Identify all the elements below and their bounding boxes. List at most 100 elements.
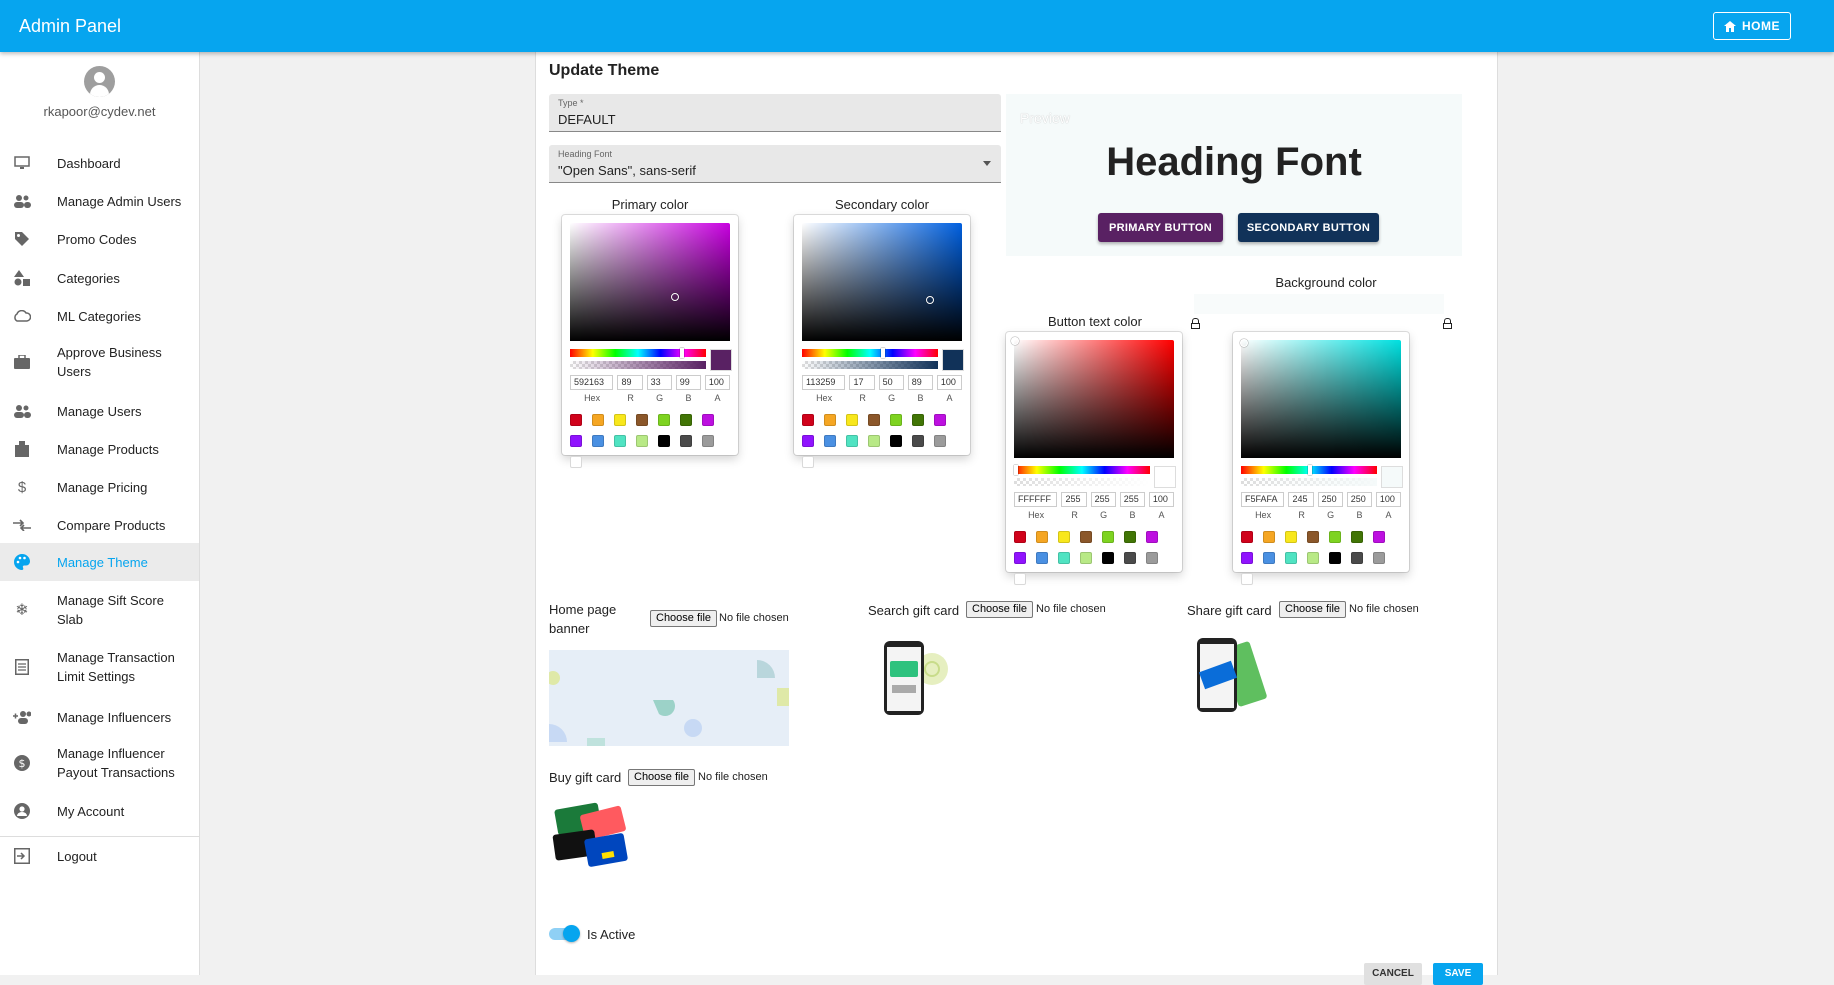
preset-swatch[interactable] (1146, 531, 1158, 543)
preset-swatch[interactable] (680, 435, 692, 447)
alpha-slider[interactable] (570, 361, 706, 369)
preset-swatch[interactable] (802, 456, 814, 468)
preset-swatch[interactable] (702, 435, 714, 447)
sidebar-item-manage-products[interactable]: Manage Products (0, 434, 199, 464)
preset-swatch[interactable] (1307, 552, 1319, 564)
preset-swatch[interactable] (1307, 531, 1319, 543)
preset-swatch[interactable] (1329, 552, 1341, 564)
hex-input[interactable]: F5FAFA (1241, 492, 1285, 507)
home-button[interactable]: HOME (1713, 12, 1791, 40)
preset-swatch[interactable] (802, 414, 814, 426)
sidebar-item-manage-users[interactable]: Manage Users (0, 396, 199, 426)
preset-swatch[interactable] (1263, 531, 1275, 543)
preset-swatch[interactable] (1014, 552, 1026, 564)
heading-font-select[interactable]: Heading Font "Open Sans", sans-serif (549, 145, 1001, 183)
a-input[interactable]: 100 (1148, 492, 1175, 507)
hex-input[interactable]: 113259 (802, 375, 846, 390)
preset-swatch[interactable] (658, 414, 670, 426)
sidebar-item-ml-categories[interactable]: ML Categories (0, 301, 199, 331)
sidebar-item-categories[interactable]: Categories (0, 263, 199, 293)
sidebar-item-my-account[interactable]: My Account (0, 796, 199, 826)
preset-swatch[interactable] (1373, 531, 1385, 543)
sidebar-item-logout[interactable]: Logout (0, 841, 199, 871)
preset-swatch[interactable] (934, 414, 946, 426)
preset-swatch[interactable] (570, 435, 582, 447)
preset-swatch[interactable] (1146, 552, 1158, 564)
b-input[interactable]: 99 (675, 375, 701, 390)
preset-swatch[interactable] (1263, 552, 1275, 564)
preset-swatch[interactable] (1241, 573, 1253, 585)
preset-swatch[interactable] (592, 435, 604, 447)
hue-slider[interactable] (570, 348, 706, 358)
saturation-pointer[interactable] (1240, 339, 1248, 347)
preset-swatch[interactable] (824, 414, 836, 426)
preset-swatch[interactable] (1285, 531, 1297, 543)
sidebar-item-promo-codes[interactable]: Promo Codes (0, 224, 199, 254)
sidebar-item-approve-business-users[interactable]: Approve Business Users (0, 338, 199, 386)
preset-swatch[interactable] (570, 456, 582, 468)
sidebar-item-manage-sift-score-slab[interactable]: ❄ Manage Sift Score Slab (0, 586, 199, 634)
preset-swatch[interactable] (1014, 573, 1026, 585)
preset-swatch[interactable] (702, 414, 714, 426)
sidebar-item-manage-admin-users[interactable]: Manage Admin Users (0, 186, 199, 216)
preset-swatch[interactable] (1058, 531, 1070, 543)
preset-swatch[interactable] (658, 435, 670, 447)
preset-swatch[interactable] (846, 435, 858, 447)
preset-swatch[interactable] (1241, 531, 1253, 543)
preset-swatch[interactable] (890, 435, 902, 447)
search-card-choose-file-button[interactable]: Choose file (966, 601, 1034, 618)
secondary-color-picker[interactable]: 113259 17 50 89 100 Hex R G B A (794, 215, 970, 468)
buy-card-choose-file-button[interactable]: Choose file (628, 769, 696, 786)
primary-color-picker[interactable]: 592163 89 33 99 100 Hex R G B A (562, 215, 738, 468)
saturation-area[interactable] (1011, 337, 1174, 458)
sidebar-item-manage-influencers[interactable]: Manage Influencers (0, 702, 199, 732)
preset-swatch[interactable] (614, 414, 626, 426)
home-banner-choose-file-button[interactable]: Choose file (650, 610, 718, 627)
preset-swatch[interactable] (1329, 531, 1341, 543)
type-field[interactable]: Type * DEFAULT (549, 94, 1001, 132)
saturation-pointer[interactable] (926, 296, 934, 304)
preset-swatch[interactable] (846, 414, 858, 426)
save-button[interactable]: SAVE (1433, 963, 1483, 985)
preset-swatch[interactable] (868, 435, 880, 447)
saturation-area[interactable] (1240, 339, 1401, 458)
preset-swatch[interactable] (1124, 552, 1136, 564)
share-card-choose-file-button[interactable]: Choose file (1279, 601, 1347, 618)
r-input[interactable]: 89 (617, 375, 643, 390)
preset-swatch[interactable] (680, 414, 692, 426)
saturation-pointer[interactable] (671, 293, 679, 301)
a-input[interactable]: 100 (936, 375, 963, 390)
alpha-slider[interactable] (1014, 478, 1150, 486)
preset-swatch[interactable] (1036, 552, 1048, 564)
preset-swatch[interactable] (636, 414, 648, 426)
g-input[interactable]: 255 (1090, 492, 1116, 507)
is-active-toggle[interactable] (549, 925, 580, 942)
hex-input[interactable]: FFFFFF (1014, 492, 1058, 507)
preset-swatch[interactable] (1058, 552, 1070, 564)
sidebar-item-manage-transaction-limit-settings[interactable]: Manage Transaction Limit Settings (0, 643, 199, 691)
preset-swatch[interactable] (1351, 552, 1363, 564)
b-input[interactable]: 255 (1119, 492, 1145, 507)
cancel-button[interactable]: CANCEL (1364, 963, 1422, 985)
preset-swatch[interactable] (824, 435, 836, 447)
r-input[interactable]: 245 (1288, 492, 1314, 507)
hex-input[interactable]: 592163 (570, 375, 614, 390)
preset-swatch[interactable] (1373, 552, 1385, 564)
hue-slider[interactable] (1014, 465, 1150, 475)
saturation-area[interactable] (802, 223, 962, 341)
button-text-color-picker[interactable]: FFFFFF 255 255 255 100 Hex R G B A (1006, 332, 1182, 585)
preset-swatch[interactable] (1102, 552, 1114, 564)
a-input[interactable]: 100 (1375, 492, 1402, 507)
preset-swatch[interactable] (1014, 531, 1026, 543)
sidebar-item-manage-pricing[interactable]: $ Manage Pricing (0, 472, 199, 502)
hue-slider[interactable] (802, 348, 938, 358)
sidebar-item-manage-influencer-payout-transactions[interactable]: $ Manage Influencer Payout Transactions (0, 739, 199, 787)
preset-swatch[interactable] (912, 435, 924, 447)
preset-swatch[interactable] (934, 435, 946, 447)
r-input[interactable]: 17 (849, 375, 875, 390)
sidebar-item-compare-products[interactable]: Compare Products (0, 510, 199, 540)
b-input[interactable]: 89 (907, 375, 933, 390)
preset-swatch[interactable] (890, 414, 902, 426)
sidebar-item-dashboard[interactable]: Dashboard (0, 148, 199, 178)
alpha-slider[interactable] (802, 361, 938, 369)
